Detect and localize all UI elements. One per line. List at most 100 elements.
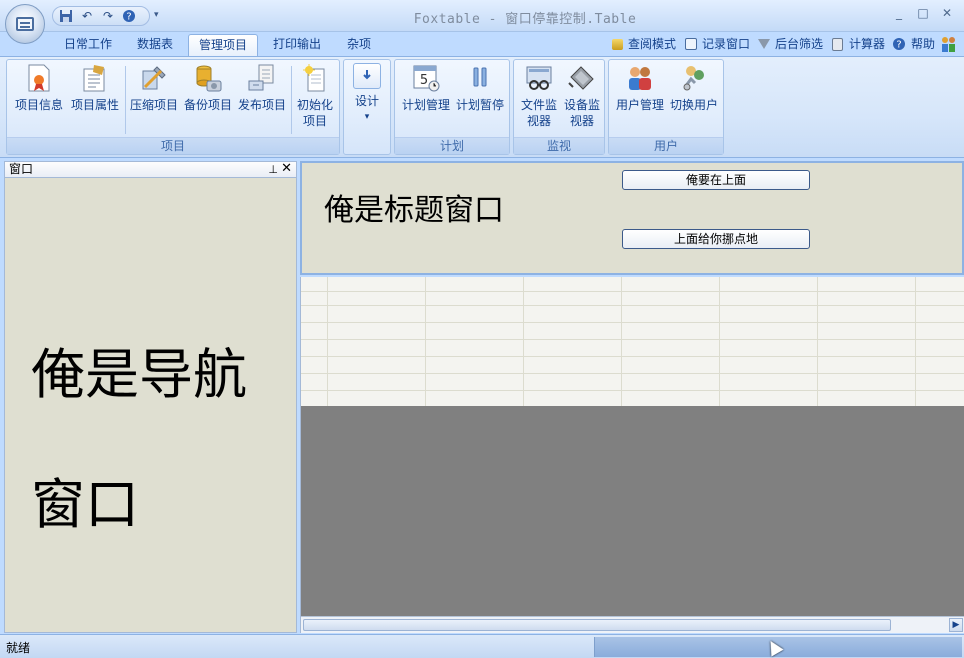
svg-text:5: 5 <box>420 73 428 88</box>
file-monitor-icon <box>524 63 554 93</box>
group-project: 项目信息 项目属性 压缩项目 备份项目 发布项目 初始化项目 项目 <box>6 59 340 155</box>
close-button[interactable]: ✕ <box>938 6 956 20</box>
schedule-pause-button[interactable]: 计划暂停 <box>453 63 507 113</box>
project-properties-icon <box>80 63 110 93</box>
panel-close-icon[interactable]: ✕ <box>281 161 292 176</box>
group-user-label: 用户 <box>609 137 723 154</box>
user-manage-label: 用户管理 <box>615 98 664 112</box>
compress-project-label: 压缩项目 <box>129 98 178 112</box>
publish-project-icon <box>247 63 277 93</box>
pin-icon[interactable]: ⊥ <box>268 162 278 177</box>
navigation-panel-header: 窗口 ⊥ ✕ <box>5 161 296 178</box>
backup-project-label: 备份项目 <box>183 98 232 112</box>
publish-project-label: 发布项目 <box>237 98 286 112</box>
calculator-command[interactable]: 计算器 <box>832 35 885 53</box>
compress-project-icon <box>139 63 169 93</box>
user-manage-icon <box>625 63 655 93</box>
publish-project-button[interactable]: 发布项目 <box>235 63 289 113</box>
help-circle-icon: ? <box>893 38 905 51</box>
scroll-right-arrow-icon[interactable]: ▶ <box>949 618 963 632</box>
calculator-icon <box>832 37 843 51</box>
group-user: 用户管理 切换用户 用户 <box>608 59 724 155</box>
tab-manage-project[interactable]: 管理项目 <box>188 34 259 56</box>
record-window-command[interactable]: 记录窗口 <box>685 35 750 53</box>
design-label: 设计 <box>354 94 379 108</box>
device-monitor-button[interactable]: 设备监视器 <box>560 63 604 129</box>
group-schedule: 5 计划管理 计划暂停 计划 <box>394 59 510 155</box>
data-grid[interactable] <box>301 277 964 406</box>
group-design: 设计 ▾ <box>343 59 391 155</box>
minimize-button[interactable]: _ <box>890 6 908 20</box>
project-properties-label: 项目属性 <box>70 98 119 112</box>
dropdown-arrow-icon: ▾ <box>364 112 370 122</box>
users-icon[interactable] <box>940 35 958 53</box>
project-info-label: 项目信息 <box>14 98 63 112</box>
help-label: 帮助 <box>911 37 936 51</box>
tab-misc[interactable]: 杂项 <box>337 34 381 56</box>
app-menu-icon <box>16 17 34 31</box>
initialize-project-button[interactable]: 初始化项目 <box>293 63 337 129</box>
group-project-label: 项目 <box>7 137 339 154</box>
backup-project-button[interactable]: 备份项目 <box>181 63 235 113</box>
make-room-button[interactable]: 上面给你挪点地 <box>622 229 810 249</box>
group-schedule-label: 计划 <box>395 137 509 154</box>
project-info-button[interactable]: 项目信息 <box>11 63 67 113</box>
browse-mode-label: 查阅模式 <box>628 37 677 51</box>
device-monitor-icon <box>567 63 597 93</box>
user-manage-button[interactable]: 用户管理 <box>613 63 667 113</box>
background-filter-label: 后台筛选 <box>775 37 824 51</box>
record-window-label: 记录窗口 <box>702 37 751 51</box>
design-button[interactable]: 设计 ▾ <box>347 63 387 125</box>
status-bar: 就绪 <box>0 634 964 658</box>
navigation-panel: 窗口 ⊥ ✕ 俺是导航窗口 <box>4 161 297 633</box>
main-table-area: ▶ <box>300 277 964 633</box>
backup-project-icon <box>193 63 223 93</box>
title-panel: 俺是标题窗口 俺要在上面 上面给你挪点地 <box>300 161 964 275</box>
ribbon: 项目信息 项目属性 压缩项目 备份项目 发布项目 初始化项目 项目 设计 ▾ 5… <box>0 56 964 158</box>
calendar-icon: 5 <box>411 63 441 93</box>
switch-user-button[interactable]: 切换用户 <box>667 63 721 113</box>
file-monitor-button[interactable]: 文件监视器 <box>517 63 561 129</box>
initialize-project-icon <box>300 63 330 93</box>
tab-data-table[interactable]: 数据表 <box>127 34 183 56</box>
tab-print-output[interactable]: 打印输出 <box>263 34 331 56</box>
separator <box>291 66 292 134</box>
schedule-manage-label: 计划管理 <box>401 98 450 112</box>
window-title: Foxtable - 窗口停靠控制.Table <box>413 12 637 27</box>
tab-daily-work[interactable]: 日常工作 <box>54 34 122 56</box>
separator <box>125 66 126 134</box>
on-top-button[interactable]: 俺要在上面 <box>622 170 810 190</box>
schedule-pause-label: 计划暂停 <box>455 98 504 112</box>
browse-mode-command[interactable]: 查阅模式 <box>612 35 676 53</box>
maximize-button[interactable]: □ <box>914 6 932 20</box>
calculator-label: 计算器 <box>849 37 886 51</box>
switch-user-icon <box>679 63 709 93</box>
switch-user-label: 切换用户 <box>669 98 718 112</box>
svg-text:?: ? <box>896 40 901 51</box>
scrollbar-thumb[interactable] <box>303 619 891 631</box>
help-command[interactable]: ? 帮助 <box>892 35 935 53</box>
navigation-panel-title: 窗口 <box>9 162 34 176</box>
title-panel-text: 俺是标题窗口 <box>324 193 504 228</box>
status-text: 就绪 <box>6 641 31 655</box>
navigation-panel-text: 俺是导航窗口 <box>31 343 247 536</box>
project-info-icon <box>24 63 54 93</box>
background-filter-command[interactable]: 后台筛选 <box>758 35 823 53</box>
compress-project-button[interactable]: 压缩项目 <box>127 63 181 113</box>
title-bar: ↶ ↷ ? ▾ Foxtable - 窗口停靠控制.Table _ □ ✕ <box>0 0 964 32</box>
project-properties-button[interactable]: 项目属性 <box>67 63 123 113</box>
initialize-project-label: 初始化项目 <box>297 98 334 128</box>
lock-icon <box>612 38 623 50</box>
record-window-icon <box>685 38 697 50</box>
app-menu-button[interactable] <box>5 4 45 44</box>
pause-icon <box>465 63 495 93</box>
file-monitor-label: 文件监视器 <box>520 98 557 128</box>
group-monitor-label: 监视 <box>514 137 604 154</box>
schedule-manage-button[interactable]: 5 计划管理 <box>399 63 453 113</box>
filter-icon <box>758 39 770 49</box>
horizontal-scrollbar[interactable]: ▶ <box>301 616 964 633</box>
device-monitor-label: 设备监视器 <box>563 98 600 128</box>
design-icon <box>353 63 381 89</box>
ribbon-tabs: 日常工作 数据表 管理项目 打印输出 杂项 查阅模式 记录窗口 后台筛选 计算器… <box>0 32 964 56</box>
group-monitor: 文件监视器 设备监视器 监视 <box>513 59 605 155</box>
